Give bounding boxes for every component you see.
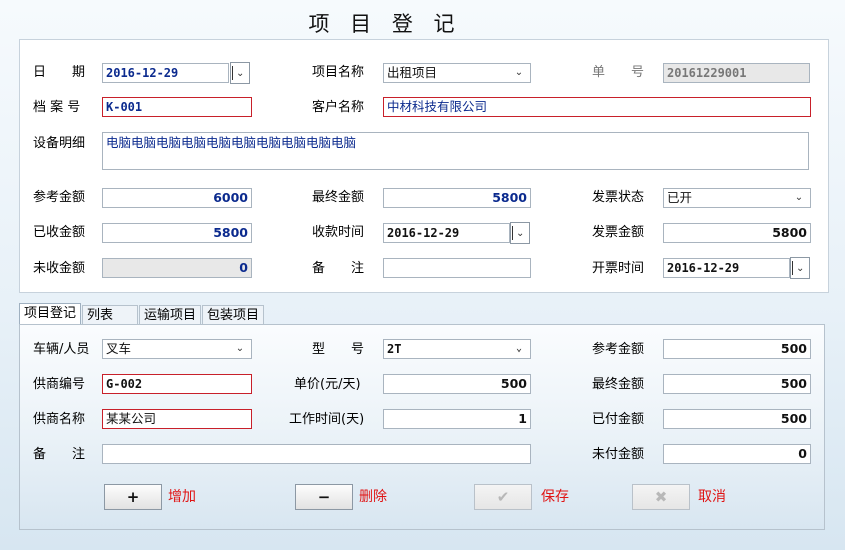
equipment-detail-field[interactable]: 电脑电脑电脑电脑电脑电脑电脑电脑电脑电脑 [102,132,809,170]
detail-ref-amount-label: 参考金额 [592,342,645,357]
date-picker-button[interactable]: ⌄ [230,62,250,84]
close-icon: ✖ [654,488,668,506]
save-button-label[interactable]: 保存 [541,484,569,510]
project-name-select[interactable]: 出租项目 ⌄ [383,63,531,83]
receive-time-picker-button[interactable]: ⌄ [510,222,530,244]
page-title: 项 目 登 记 [308,12,462,36]
unit-price-label: 单价(元/天) [294,377,361,392]
unreceived-amount-label: 未收金额 [33,261,86,276]
delete-button[interactable]: − [295,484,353,510]
chevron-down-icon: ⌄ [516,227,525,239]
final-amount-field[interactable]: 5800 [383,188,531,208]
cancel-button-label[interactable]: 取消 [698,484,726,510]
invoice-status-value: 已开 [667,190,693,205]
vehicle-value: 叉车 [106,341,132,356]
invoice-status-select[interactable]: 已开 ⌄ [663,188,811,208]
detail-remark-field[interactable] [102,444,531,464]
date-field[interactable]: 2016-12-29 [102,63,229,83]
equipment-detail-label: 设备明细 [33,136,86,151]
unreceived-amount-field: 0 [102,258,252,278]
paid-amount-field[interactable]: 500 [663,409,811,429]
checkmark-icon: ✔ [496,488,510,506]
customer-name-field[interactable]: 中材科技有限公司 [383,97,811,117]
order-no-field: 20161229001 [663,63,810,83]
order-no-label: 单 号 [592,65,645,80]
paid-amount-label: 已付金额 [592,412,645,427]
ref-amount-label: 参考金额 [33,190,86,205]
remark-label: 备 注 [312,261,365,276]
invoice-time-label: 开票时间 [592,261,645,276]
invoice-time-picker-button[interactable]: ⌄ [790,257,810,279]
chevron-down-icon: ⌄ [796,262,805,274]
invoice-time-field[interactable]: 2016-12-29 [663,258,790,278]
project-name-label: 项目名称 [312,65,365,80]
remark-field[interactable] [383,258,531,278]
ref-amount-field[interactable]: 6000 [102,188,252,208]
receive-time-label: 收款时间 [312,225,365,240]
chevron-down-icon: ⌄ [794,192,804,203]
received-amount-field[interactable]: 5800 [102,223,252,243]
unpaid-amount-field[interactable]: 0 [663,444,811,464]
model-value: 2T [387,342,402,356]
supplier-no-field[interactable]: G-002 [102,374,252,394]
chevron-down-icon: ⌄ [236,67,245,79]
tab-transport-project[interactable]: 运输项目 [139,305,202,325]
tab-project-register[interactable]: 项目登记 [19,303,82,325]
add-button[interactable]: + [104,484,162,510]
cancel-button[interactable]: ✖ [632,484,690,510]
invoice-amount-field[interactable]: 5800 [663,223,811,243]
receive-time-field[interactable]: 2016-12-29 [383,223,510,243]
tab-list[interactable]: 列表 [82,305,139,325]
received-amount-label: 已收金额 [33,225,86,240]
chevron-down-icon: ⌄ [515,343,523,354]
model-select[interactable]: 2T ⌄ [383,339,531,359]
unit-price-field[interactable]: 500 [383,374,531,394]
tab-packaging-project[interactable]: 包装项目 [202,305,265,325]
minus-icon: − [317,488,331,506]
supplier-no-label: 供商编号 [33,377,86,392]
delete-button-label[interactable]: 删除 [359,484,387,510]
project-name-value: 出租项目 [387,65,438,80]
date-label: 日 期 [33,65,86,80]
save-button[interactable]: ✔ [474,484,532,510]
chevron-down-icon: ⌄ [514,67,524,78]
work-days-label: 工作时间(天) [289,412,365,427]
unpaid-amount-label: 未付金额 [592,447,645,462]
archive-no-label: 档 案 号 [33,100,81,115]
detail-final-amount-label: 最终金额 [592,377,645,392]
vehicle-select[interactable]: 叉车 ⌄ [102,339,252,359]
detail-remark-label: 备 注 [33,447,86,462]
work-days-field[interactable]: 1 [383,409,531,429]
tab-strip: 项目登记 列表 运输项目 包装项目 [19,303,265,325]
chevron-down-icon: ⌄ [235,343,245,354]
vehicle-label: 车辆/人员 [33,342,90,357]
add-button-label[interactable]: 增加 [168,484,196,510]
supplier-name-field[interactable]: 某某公司 [102,409,252,429]
detail-ref-amount-field[interactable]: 500 [663,339,811,359]
plus-icon: + [126,488,140,506]
supplier-name-label: 供商名称 [33,412,86,427]
final-amount-label: 最终金额 [312,190,365,205]
archive-no-field[interactable]: K-001 [102,97,252,117]
detail-final-amount-field[interactable]: 500 [663,374,811,394]
invoice-amount-label: 发票金额 [592,225,645,240]
model-label: 型 号 [312,342,365,357]
customer-name-label: 客户名称 [312,100,365,115]
invoice-status-label: 发票状态 [592,190,645,205]
